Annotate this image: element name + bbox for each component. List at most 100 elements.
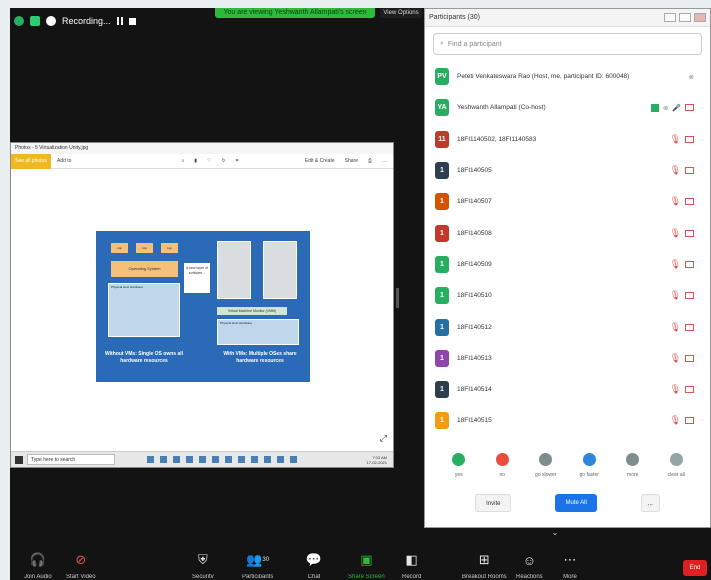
participant-row[interactable]: 1 18FI140514 🎙 bbox=[425, 374, 710, 405]
breakout-rooms-button[interactable]: ⊞ Breakout Rooms bbox=[462, 552, 507, 578]
video-off-icon: ⊘ bbox=[75, 552, 87, 567]
pause-recording-icon[interactable] bbox=[116, 17, 123, 25]
participant-row[interactable]: 1 18FI140505 🎙 bbox=[425, 155, 710, 186]
view-options-button[interactable]: View Options bbox=[380, 8, 422, 18]
participant-row[interactable]: PV Peteti Venkateswara Rao (Host, me, par… bbox=[425, 61, 710, 92]
video-off-icon[interactable] bbox=[685, 292, 694, 300]
app-icon[interactable] bbox=[186, 456, 193, 463]
shield-icon[interactable] bbox=[30, 16, 40, 26]
app-icon[interactable] bbox=[199, 456, 206, 463]
video-off-icon[interactable] bbox=[685, 104, 694, 112]
hardware-label: Physical Host Hardware bbox=[111, 285, 144, 289]
participant-row[interactable]: 1 18FI140507 🎙 bbox=[425, 186, 710, 217]
stop-recording-icon[interactable] bbox=[128, 17, 136, 25]
app-icon[interactable] bbox=[147, 456, 154, 463]
participant-row[interactable]: 11 18FI1140502, 18FI1140583 🎙 bbox=[425, 124, 710, 155]
app-icon[interactable] bbox=[277, 456, 284, 463]
app-icon[interactable] bbox=[160, 456, 167, 463]
participants-count: 30 bbox=[262, 557, 270, 563]
app-icon[interactable] bbox=[212, 456, 219, 463]
video-off-icon[interactable] bbox=[685, 354, 694, 362]
feedback-go-faster-button[interactable]: go faster bbox=[569, 452, 609, 478]
mic-off-icon[interactable]: 🎙 bbox=[670, 196, 681, 207]
more-icon[interactable]: … bbox=[382, 158, 387, 164]
feedback-no-button[interactable]: no bbox=[482, 452, 522, 478]
video-off-icon[interactable] bbox=[685, 417, 694, 425]
participant-name: 18FI140512 bbox=[457, 323, 492, 331]
app-icon[interactable] bbox=[290, 456, 297, 463]
participant-row[interactable]: 1 18FI140513 🎙 bbox=[425, 343, 710, 374]
participant-row[interactable]: 1 18FI140515 🎙 bbox=[425, 405, 710, 436]
rotate-icon[interactable]: ↻ bbox=[222, 158, 226, 164]
feedback-clear-all-button[interactable]: clear all bbox=[656, 452, 696, 478]
taskbar-search[interactable]: Type here to search bbox=[27, 454, 115, 465]
windows-taskbar: Type here to search 7:03 AM 17-02-2021 bbox=[11, 451, 393, 467]
video-off-icon[interactable] bbox=[685, 260, 694, 268]
mic-off-icon[interactable]: 🎙 bbox=[670, 353, 681, 364]
end-meeting-button[interactable]: End bbox=[683, 560, 707, 576]
security-button[interactable]: ⛨ Security bbox=[192, 552, 214, 578]
video-off-icon[interactable] bbox=[685, 167, 694, 175]
chat-button[interactable]: 💬 Chat bbox=[306, 552, 322, 578]
participant-search-input[interactable]: ⌕ Find a participant bbox=[433, 33, 702, 55]
feedback-yes-button[interactable]: yes bbox=[439, 452, 479, 478]
minimize-icon[interactable] bbox=[664, 13, 676, 22]
close-icon[interactable] bbox=[694, 13, 706, 22]
mic-off-icon[interactable]: 🎙 bbox=[670, 415, 681, 426]
share-screen-button[interactable]: ▣ Share Screen bbox=[348, 552, 385, 578]
maximize-icon[interactable] bbox=[679, 13, 691, 22]
app-icon[interactable] bbox=[238, 456, 245, 463]
start-video-button[interactable]: ⊘ Start Video bbox=[66, 552, 96, 578]
participant-row[interactable]: YA Yeshwanth Allampati (Co-host) ⊗ 🎤 bbox=[425, 92, 710, 123]
invite-button[interactable]: Invite bbox=[475, 493, 512, 512]
zoom-icon[interactable]: ⌕ bbox=[181, 158, 184, 164]
feedback-go-slower-button[interactable]: go slower bbox=[526, 452, 566, 478]
app-icon[interactable] bbox=[264, 456, 271, 463]
video-off-icon[interactable] bbox=[685, 229, 694, 237]
mic-off-icon[interactable]: 🎙 bbox=[670, 134, 681, 145]
share-button[interactable]: Share bbox=[345, 158, 358, 164]
participants-button[interactable]: 👥 30 Participants bbox=[242, 552, 273, 578]
mic-off-icon[interactable]: 🎙 bbox=[670, 165, 681, 176]
mic-off-icon[interactable]: 🎙 bbox=[670, 322, 681, 333]
mic-off-icon[interactable]: 🎙 bbox=[670, 290, 681, 301]
video-off-icon[interactable] bbox=[685, 386, 694, 394]
splitter-handle[interactable] bbox=[396, 288, 399, 308]
mic-off-icon[interactable]: 🎙 bbox=[670, 384, 681, 395]
expand-icon[interactable]: ⤢ bbox=[380, 433, 387, 444]
participant-row[interactable]: 1 18FI140508 🎙 bbox=[425, 217, 710, 248]
app-icon[interactable] bbox=[225, 456, 232, 463]
video-off-icon[interactable] bbox=[685, 198, 694, 206]
mic-off-icon[interactable]: 🎙 bbox=[670, 259, 681, 270]
more-button[interactable]: ... bbox=[640, 493, 660, 512]
add-to-button[interactable]: Add to bbox=[57, 158, 71, 164]
video-off-icon[interactable] bbox=[685, 135, 694, 143]
mute-all-button[interactable]: Mute All bbox=[555, 493, 597, 512]
delete-icon[interactable]: ▮ bbox=[194, 158, 197, 164]
reactions-label: Reactions bbox=[516, 574, 543, 578]
join-audio-button[interactable]: 🎧 Join Audio bbox=[24, 552, 52, 578]
more-toolbar-button[interactable]: ⋯ More bbox=[562, 552, 578, 578]
unmuted-icon[interactable]: ⊗ bbox=[689, 73, 694, 81]
crop-icon[interactable]: ⌗ bbox=[236, 158, 239, 164]
participant-row[interactable]: 1 18FI140510 🎙 bbox=[425, 280, 710, 311]
record-button[interactable]: ◧ Record bbox=[402, 552, 421, 578]
feedback-more-button[interactable]: more bbox=[613, 452, 653, 478]
security-label: Security bbox=[192, 574, 214, 578]
video-off-icon[interactable] bbox=[685, 323, 694, 331]
mic-off-icon[interactable]: 🎙 bbox=[670, 228, 681, 239]
print-icon[interactable]: ⎙ bbox=[368, 158, 372, 164]
feedback-icon bbox=[626, 452, 640, 466]
participant-row[interactable]: 1 18FI140509 🎙 bbox=[425, 249, 710, 280]
unmuted-icon[interactable]: ⊗ bbox=[663, 104, 668, 112]
reactions-button[interactable]: ☺ Reactions bbox=[516, 552, 543, 579]
feedback-icon bbox=[539, 452, 553, 466]
windows-start-icon[interactable] bbox=[15, 455, 23, 464]
edit-create-button[interactable]: Edit & Create bbox=[305, 158, 335, 164]
favorite-icon[interactable]: ♡ bbox=[207, 158, 211, 164]
app-icon[interactable] bbox=[251, 456, 258, 463]
see-all-photos-button[interactable]: See all photos bbox=[11, 153, 51, 169]
mic-icon[interactable]: 🎤 bbox=[672, 104, 681, 112]
participant-row[interactable]: 1 18FI140512 🎙 bbox=[425, 311, 710, 342]
app-icon[interactable] bbox=[173, 456, 180, 463]
